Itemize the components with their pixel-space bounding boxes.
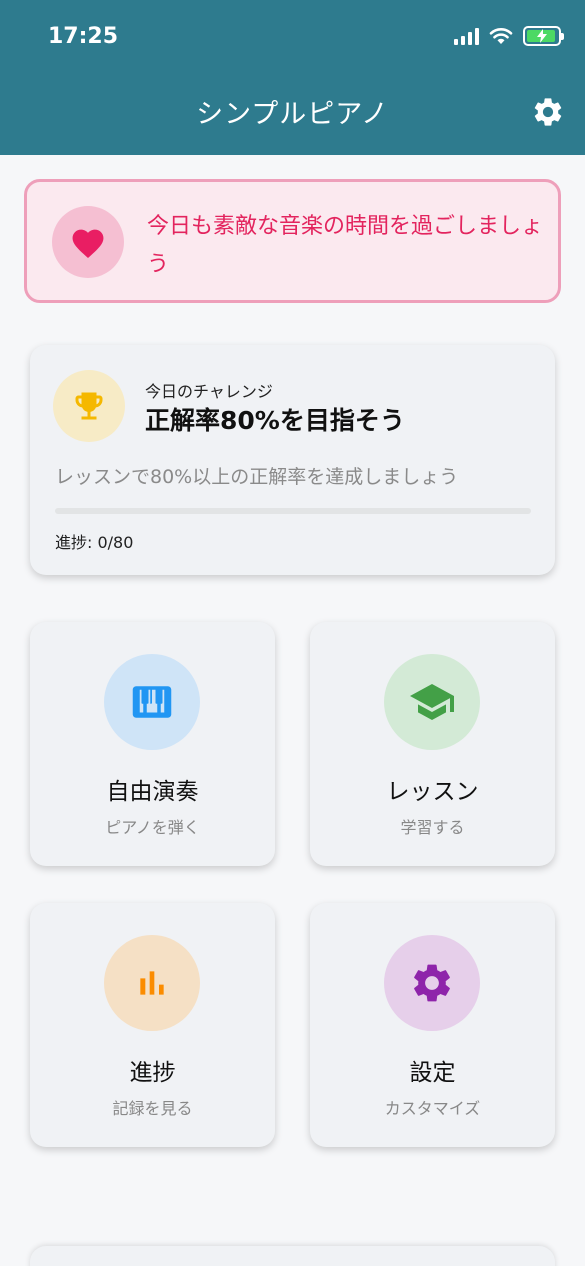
challenge-progress-text: 進捗: 0/80 <box>55 533 134 552</box>
bottom-card <box>30 1246 555 1266</box>
battery-icon <box>523 26 564 46</box>
graduation-cap-icon <box>384 654 480 750</box>
trophy-icon <box>53 370 125 442</box>
app-title: シンプルピアノ <box>196 99 389 130</box>
tile-subtitle: ピアノを弾く <box>105 818 200 837</box>
status-icons <box>454 26 564 46</box>
status-time: 17:25 <box>48 24 119 49</box>
daily-challenge-card[interactable]: 今日のチャレンジ 正解率80%を目指そう レッスンで80%以上の正解率を達成しま… <box>30 345 555 575</box>
signal-icon <box>454 27 479 45</box>
challenge-progress-bar <box>55 508 531 514</box>
tile-title: レッスン <box>386 779 479 805</box>
gear-icon <box>384 935 480 1031</box>
piano-icon <box>104 654 200 750</box>
motivation-banner: 今日も素敵な音楽の時間を過ごしましょう <box>24 179 561 303</box>
tile-subtitle: 学習する <box>400 818 465 837</box>
free-play-button[interactable]: 自由演奏 ピアノを弾く <box>30 622 275 866</box>
challenge-description: レッスンで80%以上の正解率を達成しましょう <box>55 466 459 488</box>
heart-icon <box>52 206 124 278</box>
tile-subtitle: カスタマイズ <box>384 1099 481 1118</box>
settings-button[interactable]: 設定 カスタマイズ <box>310 903 555 1147</box>
wifi-icon <box>489 28 513 44</box>
banner-message: 今日も素敵な音楽の時間を過ごしましょう <box>147 214 544 277</box>
challenge-label: 今日のチャレンジ <box>145 382 273 401</box>
app-header: 17:25 シンプルピアノ <box>0 0 585 155</box>
settings-gear-icon[interactable] <box>531 95 565 129</box>
lesson-button[interactable]: レッスン 学習する <box>310 622 555 866</box>
tile-subtitle: 記録を見る <box>112 1099 193 1118</box>
progress-button[interactable]: 進捗 記録を見る <box>30 903 275 1147</box>
bar-chart-icon <box>104 935 200 1031</box>
challenge-title: 正解率80%を目指そう <box>145 406 405 435</box>
tile-title: 設定 <box>409 1060 456 1086</box>
tile-title: 自由演奏 <box>106 779 199 805</box>
tile-title: 進捗 <box>129 1060 176 1086</box>
